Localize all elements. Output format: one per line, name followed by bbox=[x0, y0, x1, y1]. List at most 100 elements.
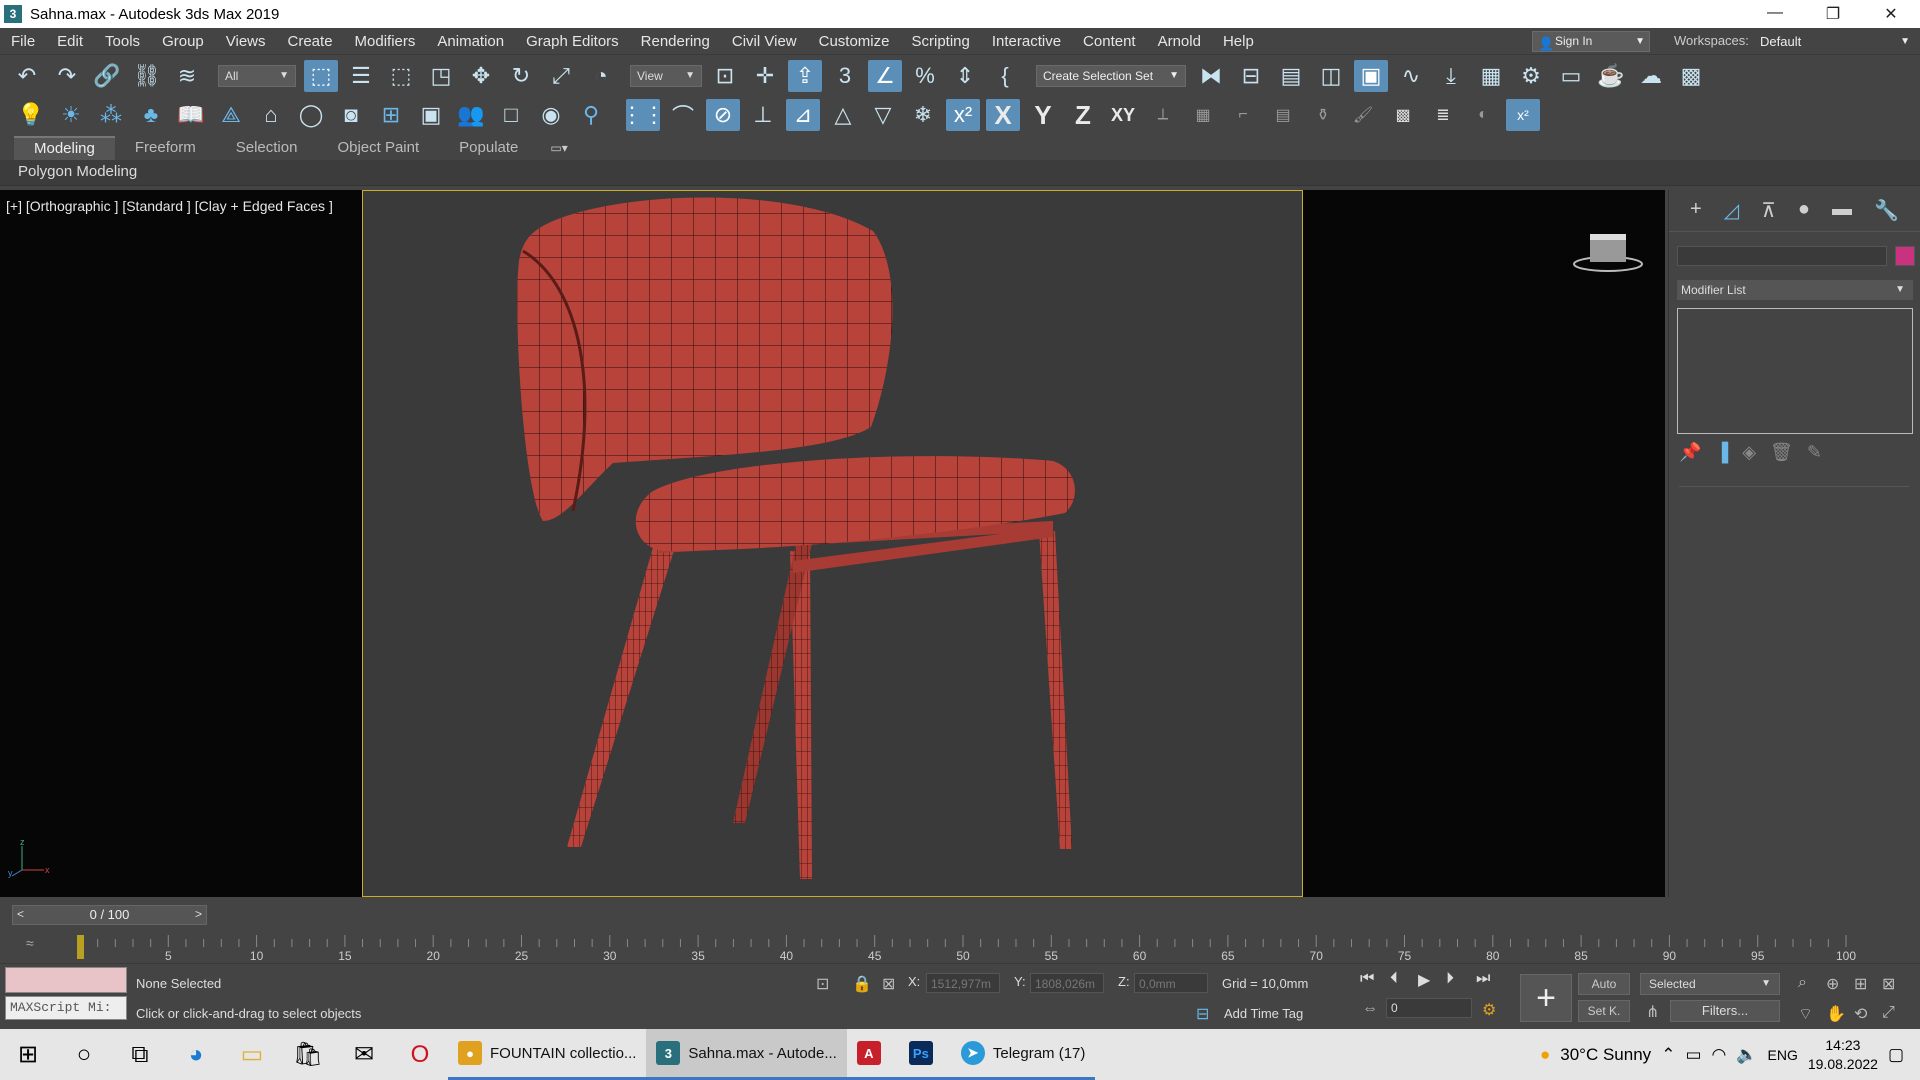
workspace-dropdown[interactable]: Default ▼ bbox=[1756, 31, 1916, 52]
motion-tab-icon[interactable]: ● bbox=[1798, 198, 1810, 223]
auto-key-button[interactable]: Auto bbox=[1578, 973, 1630, 995]
align-icon[interactable]: ⊟ bbox=[1234, 60, 1268, 92]
people-icon[interactable]: 👥 bbox=[454, 99, 488, 131]
time-configuration-icon[interactable]: ⚙ bbox=[1482, 1000, 1496, 1020]
absolute-mode-icon[interactable]: ⊠ bbox=[882, 974, 895, 994]
menu-graph-editors[interactable]: Graph Editors bbox=[515, 28, 630, 55]
schematic-view-icon[interactable]: ⤓ bbox=[1434, 60, 1468, 92]
axis-constraint-icon[interactable]: x² bbox=[946, 99, 980, 131]
zoom-icon[interactable]: ⌕ bbox=[1798, 974, 1807, 992]
modifier-stack[interactable] bbox=[1677, 308, 1913, 434]
book-icon[interactable]: 📖 bbox=[174, 99, 208, 131]
ribbon-panel[interactable]: Polygon Modeling bbox=[0, 160, 1920, 186]
configure-sets-icon[interactable]: ✎ bbox=[1807, 442, 1822, 463]
taskbar-app-3dsmax[interactable]: 3 Sahna.max - Autode... bbox=[646, 1029, 847, 1080]
show-end-result-icon[interactable]: ▐ bbox=[1715, 442, 1728, 463]
restore-icon[interactable]: ❐ bbox=[1804, 4, 1862, 24]
keyboard-shortcut-override-icon[interactable]: ⇪ bbox=[788, 60, 822, 92]
create-tab-icon[interactable]: + bbox=[1690, 198, 1702, 223]
object-color-swatch[interactable] bbox=[1895, 246, 1915, 266]
sun-icon[interactable]: ☀ bbox=[54, 99, 88, 131]
object-name-field[interactable] bbox=[1677, 246, 1887, 266]
menu-civil-view[interactable]: Civil View bbox=[721, 28, 808, 55]
pivot-center-icon[interactable]: ⊡ bbox=[708, 60, 742, 92]
constraint-active-icon[interactable]: x² bbox=[1506, 99, 1540, 131]
eye-icon[interactable]: ◉ bbox=[534, 99, 568, 131]
face-snap-icon[interactable]: ⊿ bbox=[786, 99, 820, 131]
selection-lock-icon[interactable]: 🔒 bbox=[852, 974, 872, 994]
magnet-snap-icon[interactable]: ⊘ bbox=[706, 99, 740, 131]
menu-create[interactable]: Create bbox=[277, 28, 344, 55]
previous-frame-icon[interactable]: ⏴ bbox=[1390, 970, 1398, 988]
freeze-icon[interactable]: ❄ bbox=[906, 99, 940, 131]
modifier-list-dropdown[interactable]: Modifier List ▼ bbox=[1677, 280, 1913, 300]
display-tab-icon[interactable]: ▬ bbox=[1832, 198, 1852, 223]
bulb-icon[interactable]: ⚲ bbox=[574, 99, 608, 131]
go-to-end-icon[interactable]: ⏭ bbox=[1476, 970, 1490, 988]
menu-modifiers[interactable]: Modifiers bbox=[344, 28, 427, 55]
z-axis-button[interactable]: Z bbox=[1066, 99, 1100, 131]
torus-icon[interactable]: ◯ bbox=[294, 99, 328, 131]
manipulate-icon[interactable]: ✛ bbox=[748, 60, 782, 92]
make-unique-icon[interactable]: ◈ bbox=[1742, 442, 1756, 463]
select-object-icon[interactable]: ⬚ bbox=[304, 60, 338, 92]
vertex-snap-icon[interactable]: ⌒ bbox=[666, 99, 700, 131]
x-coordinate-field[interactable]: 1512,977m bbox=[926, 973, 1000, 993]
lights-group-icon[interactable]: ⁂ bbox=[94, 99, 128, 131]
spacing-icon[interactable]: ⌐ bbox=[1226, 99, 1260, 131]
edge-snap-icon[interactable]: ⊥ bbox=[746, 99, 780, 131]
render-setup-icon[interactable]: ⚙ bbox=[1514, 60, 1548, 92]
edit-named-selection-icon[interactable]: { bbox=[988, 60, 1022, 92]
viewcube-icon[interactable] bbox=[1572, 230, 1644, 274]
tab-freeform[interactable]: Freeform bbox=[115, 137, 216, 159]
zoom-extents-icon[interactable]: ⊞ bbox=[1854, 974, 1867, 994]
weather-icon[interactable]: ● bbox=[1540, 1045, 1550, 1065]
key-filter-dropdown[interactable]: Selected ▼ bbox=[1640, 973, 1780, 995]
set-key-icon[interactable]: + bbox=[1520, 974, 1572, 1022]
start-icon[interactable]: ⊞ bbox=[0, 1029, 56, 1080]
maximize-viewport-icon[interactable]: ⤢ bbox=[1882, 1004, 1895, 1022]
angle-snap-icon[interactable]: ∠ bbox=[868, 60, 902, 92]
mirror-icon[interactable]: ⧓ bbox=[1194, 60, 1228, 92]
pin-stack-icon[interactable]: 📌 bbox=[1679, 442, 1701, 463]
maxscript-listener[interactable] bbox=[5, 967, 127, 993]
viewport-right-area[interactable] bbox=[1303, 190, 1665, 897]
place-icon[interactable]: ◔ bbox=[584, 60, 618, 92]
checker-icon[interactable]: ▩ bbox=[1386, 99, 1420, 131]
menu-group[interactable]: Group bbox=[151, 28, 215, 55]
triangle-snap-icon[interactable]: △ bbox=[826, 99, 860, 131]
normal-snap-icon[interactable]: ▽ bbox=[866, 99, 900, 131]
weather-text[interactable]: 30°C Sunny bbox=[1560, 1045, 1651, 1065]
link-icon[interactable]: 🔗 bbox=[90, 60, 124, 92]
taskbar-app-photoshop[interactable]: Ps bbox=[898, 1029, 951, 1080]
curve-editor-icon[interactable]: ∿ bbox=[1394, 60, 1428, 92]
taskbar-app-autocad[interactable]: A bbox=[846, 1029, 899, 1080]
key-mode-icon[interactable]: ⇔ bbox=[1362, 1000, 1378, 1018]
rotate-icon[interactable]: ↻ bbox=[504, 60, 538, 92]
next-frame-icon[interactable]: ⏵ bbox=[1446, 970, 1454, 988]
clone-icon[interactable]: ▤ bbox=[1266, 99, 1300, 131]
snaps-toggle-icon[interactable]: 3 bbox=[828, 60, 862, 92]
brush-icon[interactable]: 🖌 bbox=[1346, 99, 1380, 131]
rendered-frame-window-icon[interactable]: ▭ bbox=[1554, 60, 1588, 92]
ribbon-options-icon[interactable]: ▭▾ bbox=[550, 141, 567, 155]
menu-content[interactable]: Content bbox=[1072, 28, 1147, 55]
edge-icon[interactable]: ◕ bbox=[168, 1029, 224, 1080]
modify-tab-icon[interactable]: ◿ bbox=[1724, 198, 1739, 223]
isolate-selection-icon[interactable]: ⊡ bbox=[816, 974, 829, 994]
filters-button[interactable]: Filters... bbox=[1670, 1000, 1780, 1022]
percent-snap-icon[interactable]: % bbox=[908, 60, 942, 92]
search-icon[interactable]: ○ bbox=[56, 1029, 112, 1080]
sign-in-dropdown[interactable]: 👤 Sign In ▼ bbox=[1532, 31, 1650, 52]
grid-snap-icon[interactable]: ⋮⋮ bbox=[621, 99, 665, 131]
opera-icon[interactable]: O bbox=[392, 1029, 448, 1080]
task-view-icon[interactable]: ⧉ bbox=[112, 1029, 168, 1080]
foliage-icon[interactable]: ⟁ bbox=[214, 99, 248, 131]
mini-curve-editor-icon[interactable]: ≈ bbox=[26, 935, 34, 951]
minimize-icon[interactable]: — bbox=[1746, 4, 1804, 24]
scale-icon[interactable]: ⤢ bbox=[544, 60, 578, 92]
frame-icon[interactable]: ⊞ bbox=[374, 99, 408, 131]
menu-rendering[interactable]: Rendering bbox=[630, 28, 721, 55]
array-icon[interactable]: ▦ bbox=[1186, 99, 1220, 131]
time-next-button[interactable]: > bbox=[195, 907, 202, 921]
